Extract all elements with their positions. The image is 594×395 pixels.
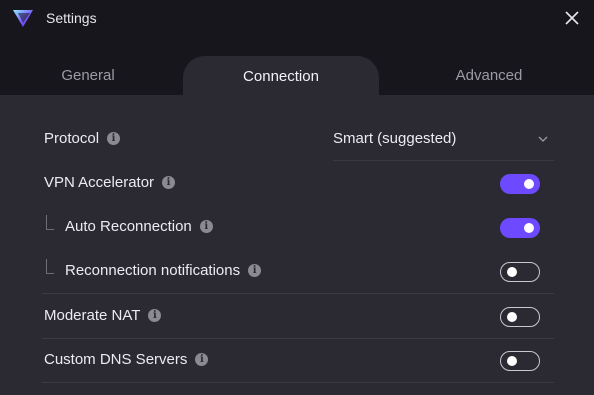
info-icon[interactable]: i xyxy=(107,132,121,145)
tab-connection[interactable]: Connection xyxy=(183,56,379,96)
chevron-down-icon xyxy=(538,136,548,142)
vpn-accelerator-row: VPN Accelerator i xyxy=(42,161,554,205)
sub-setting-branch-line xyxy=(46,215,54,230)
moderate-nat-row: Moderate NAT i xyxy=(42,294,554,339)
custom-dns-label-group: Custom DNS Servers i xyxy=(44,351,209,368)
tab-advanced[interactable]: Advanced xyxy=(392,56,586,95)
toggle-knob xyxy=(507,312,517,322)
tab-bar: General Connection Advanced xyxy=(0,36,594,96)
protocol-dropdown[interactable]: Smart (suggested) xyxy=(333,117,554,161)
toggle-knob xyxy=(524,223,534,233)
info-icon[interactable]: i xyxy=(199,220,213,233)
reconnection-notifications-toggle[interactable] xyxy=(500,262,540,282)
reconnection-notifications-label: Reconnection notifications xyxy=(65,262,241,279)
title-bar: Settings xyxy=(0,0,594,36)
protocol-label: Protocol xyxy=(44,130,100,147)
moderate-nat-label: Moderate NAT xyxy=(44,307,141,324)
toggle-knob xyxy=(524,179,534,189)
moderate-nat-toggle[interactable] xyxy=(500,307,540,327)
auto-reconnection-label-group: Auto Reconnection i xyxy=(65,218,213,235)
reconnection-notifications-row: Reconnection notifications i xyxy=(42,249,554,294)
info-icon[interactable]: i xyxy=(162,176,176,189)
sub-setting-branch-line xyxy=(46,259,54,274)
custom-dns-toggle[interactable] xyxy=(500,351,540,371)
close-icon xyxy=(565,11,579,25)
moderate-nat-label-group: Moderate NAT i xyxy=(44,307,162,324)
tab-general[interactable]: General xyxy=(0,56,176,95)
custom-dns-label: Custom DNS Servers xyxy=(44,351,188,368)
auto-reconnection-label: Auto Reconnection xyxy=(65,218,192,235)
custom-dns-row: Custom DNS Servers i xyxy=(42,338,554,383)
proton-vpn-logo-icon xyxy=(13,10,33,27)
close-button[interactable] xyxy=(560,6,584,30)
window-title: Settings xyxy=(46,10,97,26)
protocol-row: Protocol i Smart (suggested) xyxy=(42,117,554,161)
toggle-knob xyxy=(507,356,517,366)
info-icon[interactable]: i xyxy=(148,309,162,322)
reconnection-notifications-label-group: Reconnection notifications i xyxy=(65,262,262,279)
vpn-accelerator-toggle[interactable] xyxy=(500,174,540,194)
protocol-label-group: Protocol i xyxy=(44,130,121,147)
protocol-selected-value: Smart (suggested) xyxy=(333,130,457,147)
info-icon[interactable]: i xyxy=(248,264,262,277)
vpn-accelerator-label: VPN Accelerator xyxy=(44,174,155,191)
toggle-knob xyxy=(507,267,517,277)
auto-reconnection-toggle[interactable] xyxy=(500,218,540,238)
auto-reconnection-row: Auto Reconnection i xyxy=(42,205,554,249)
info-icon[interactable]: i xyxy=(195,353,209,366)
vpn-accelerator-label-group: VPN Accelerator i xyxy=(44,174,176,191)
